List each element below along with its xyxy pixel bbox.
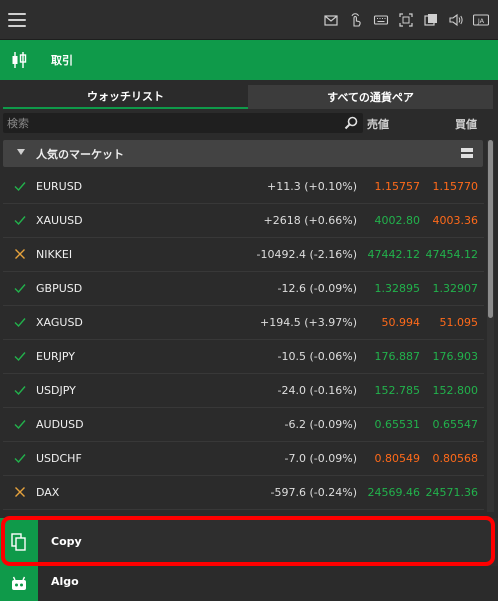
watchlist-tabs: ウォッチリスト すべての通貨ペア xyxy=(3,85,493,109)
layers-icon[interactable] xyxy=(421,11,440,29)
menu-icon[interactable] xyxy=(8,13,26,27)
bid-price[interactable]: 152.785 xyxy=(375,384,421,397)
group-header[interactable]: 人気のマーケット xyxy=(3,140,483,167)
instrument-row[interactable]: EURJPY -10.5 (-0.06%) 176.887 176.903 xyxy=(3,340,484,374)
check-icon[interactable] xyxy=(13,213,27,227)
robot-icon xyxy=(0,566,38,601)
instrument-symbol: EURUSD xyxy=(36,180,83,193)
instrument-row[interactable]: DAX -597.6 (-0.24%) 24569.46 24571.36 xyxy=(3,476,484,510)
touch-icon[interactable] xyxy=(346,11,365,29)
ask-price[interactable]: 0.80568 xyxy=(433,452,479,465)
highlight-box xyxy=(1,516,495,566)
bid-price[interactable]: 50.994 xyxy=(382,316,421,329)
bid-price[interactable]: 0.65531 xyxy=(375,418,421,431)
caret-down-icon[interactable] xyxy=(17,149,25,155)
fullscreen-icon[interactable] xyxy=(396,11,415,29)
check-icon[interactable] xyxy=(13,281,27,295)
check-icon[interactable] xyxy=(13,349,27,363)
ask-price[interactable]: 0.65547 xyxy=(433,418,479,431)
instrument-row[interactable]: USDCHF -7.0 (-0.09%) 0.80549 0.80568 xyxy=(3,442,484,476)
instrument-symbol: DAX xyxy=(36,486,60,499)
search-row: 売値 買値 xyxy=(3,113,493,133)
instrument-change: -12.6 (-0.09%) xyxy=(277,282,357,295)
instrument-symbol: AUDUSD xyxy=(36,418,84,431)
sound-icon[interactable] xyxy=(446,11,465,29)
check-icon[interactable] xyxy=(13,383,27,397)
ask-price[interactable]: 47454.12 xyxy=(426,248,479,261)
instrument-row[interactable]: NIKKEI -10492.4 (-2.16%) 47442.12 47454.12 xyxy=(3,238,484,272)
ask-price[interactable]: 1.32907 xyxy=(433,282,479,295)
instrument-row[interactable]: USDJPY -24.0 (-0.16%) 152.785 152.800 xyxy=(3,374,484,408)
mail-icon[interactable] xyxy=(321,11,340,29)
check-icon[interactable] xyxy=(13,451,27,465)
bid-price[interactable]: 1.15757 xyxy=(375,180,421,193)
instrument-row[interactable]: GBPUSD -12.6 (-0.09%) 1.32895 1.32907 xyxy=(3,272,484,306)
search-icon[interactable] xyxy=(343,115,359,131)
bid-price[interactable]: 176.887 xyxy=(375,350,421,363)
tab-all-pairs[interactable]: すべての通貨ペア xyxy=(248,85,493,109)
instrument-row[interactable]: XAGUSD +194.5 (+3.97%) 50.994 51.095 xyxy=(3,306,484,340)
cross-icon[interactable] xyxy=(13,247,27,261)
check-icon[interactable] xyxy=(13,179,27,193)
bid-price[interactable]: 0.80549 xyxy=(375,452,421,465)
instrument-change: -6.2 (-0.09%) xyxy=(284,418,357,431)
group-menu-icon[interactable] xyxy=(461,148,473,159)
scrollbar-thumb[interactable] xyxy=(488,140,493,318)
check-icon[interactable] xyxy=(13,315,27,329)
instrument-change: +2618 (+0.66%) xyxy=(263,214,357,227)
svg-text:JA: JA xyxy=(476,17,484,25)
top-toolbar: JA xyxy=(321,11,490,29)
instrument-list: EURUSD +11.3 (+0.10%) 1.15757 1.15770 XAUUSD… xyxy=(3,170,484,510)
instrument-symbol: USDCHF xyxy=(36,452,82,465)
ask-price[interactable]: 1.15770 xyxy=(433,180,479,193)
ask-price[interactable]: 4003.36 xyxy=(433,214,479,227)
bid-price[interactable]: 47442.12 xyxy=(368,248,421,261)
instrument-symbol: GBPUSD xyxy=(36,282,83,295)
algo-label: Algo xyxy=(51,575,79,588)
instrument-row[interactable]: XAUUSD +2618 (+0.66%) 4002.80 4003.36 xyxy=(3,204,484,238)
cross-icon[interactable] xyxy=(13,485,27,499)
bid-column-header[interactable]: 売値 xyxy=(367,116,389,132)
search-box xyxy=(3,113,363,133)
ask-price[interactable]: 176.903 xyxy=(433,350,479,363)
instrument-change: -10.5 (-0.06%) xyxy=(277,350,357,363)
tab-watchlist[interactable]: ウォッチリスト xyxy=(3,85,248,109)
instrument-symbol: XAUUSD xyxy=(36,214,83,227)
group-title: 人気のマーケット xyxy=(36,148,124,161)
trade-title: 取引 xyxy=(51,54,73,67)
instrument-symbol: NIKKEI xyxy=(36,248,73,261)
instrument-symbol: EURJPY xyxy=(36,350,75,363)
instrument-change: -7.0 (-0.09%) xyxy=(284,452,357,465)
instrument-change: +11.3 (+0.10%) xyxy=(267,180,357,193)
algo-menu-item[interactable]: Algo xyxy=(0,566,498,601)
candlestick-icon xyxy=(0,40,38,80)
top-bar: JA xyxy=(0,0,498,40)
ask-price[interactable]: 24571.36 xyxy=(426,486,479,499)
bid-price[interactable]: 4002.80 xyxy=(375,214,421,227)
trade-header: 取引 xyxy=(0,40,498,80)
instrument-change: -597.6 (-0.24%) xyxy=(270,486,357,499)
instrument-symbol: XAGUSD xyxy=(36,316,83,329)
check-icon[interactable] xyxy=(13,417,27,431)
ask-price[interactable]: 152.800 xyxy=(433,384,479,397)
instrument-change: -10492.4 (-2.16%) xyxy=(256,248,357,261)
keyboard-icon[interactable] xyxy=(371,11,390,29)
search-input[interactable] xyxy=(7,115,337,131)
instrument-change: +194.5 (+3.97%) xyxy=(260,316,357,329)
bid-price[interactable]: 24569.46 xyxy=(368,486,421,499)
scrollbar[interactable] xyxy=(487,140,494,512)
instrument-row[interactable]: EURUSD +11.3 (+0.10%) 1.15757 1.15770 xyxy=(3,170,484,204)
instrument-change: -24.0 (-0.16%) xyxy=(277,384,357,397)
bid-price[interactable]: 1.32895 xyxy=(375,282,421,295)
language-icon[interactable]: JA xyxy=(471,11,490,29)
instrument-row[interactable]: AUDUSD -6.2 (-0.09%) 0.65531 0.65547 xyxy=(3,408,484,442)
instrument-symbol: USDJPY xyxy=(36,384,76,397)
ask-price[interactable]: 51.095 xyxy=(440,316,479,329)
ask-column-header[interactable]: 買値 xyxy=(455,116,477,132)
